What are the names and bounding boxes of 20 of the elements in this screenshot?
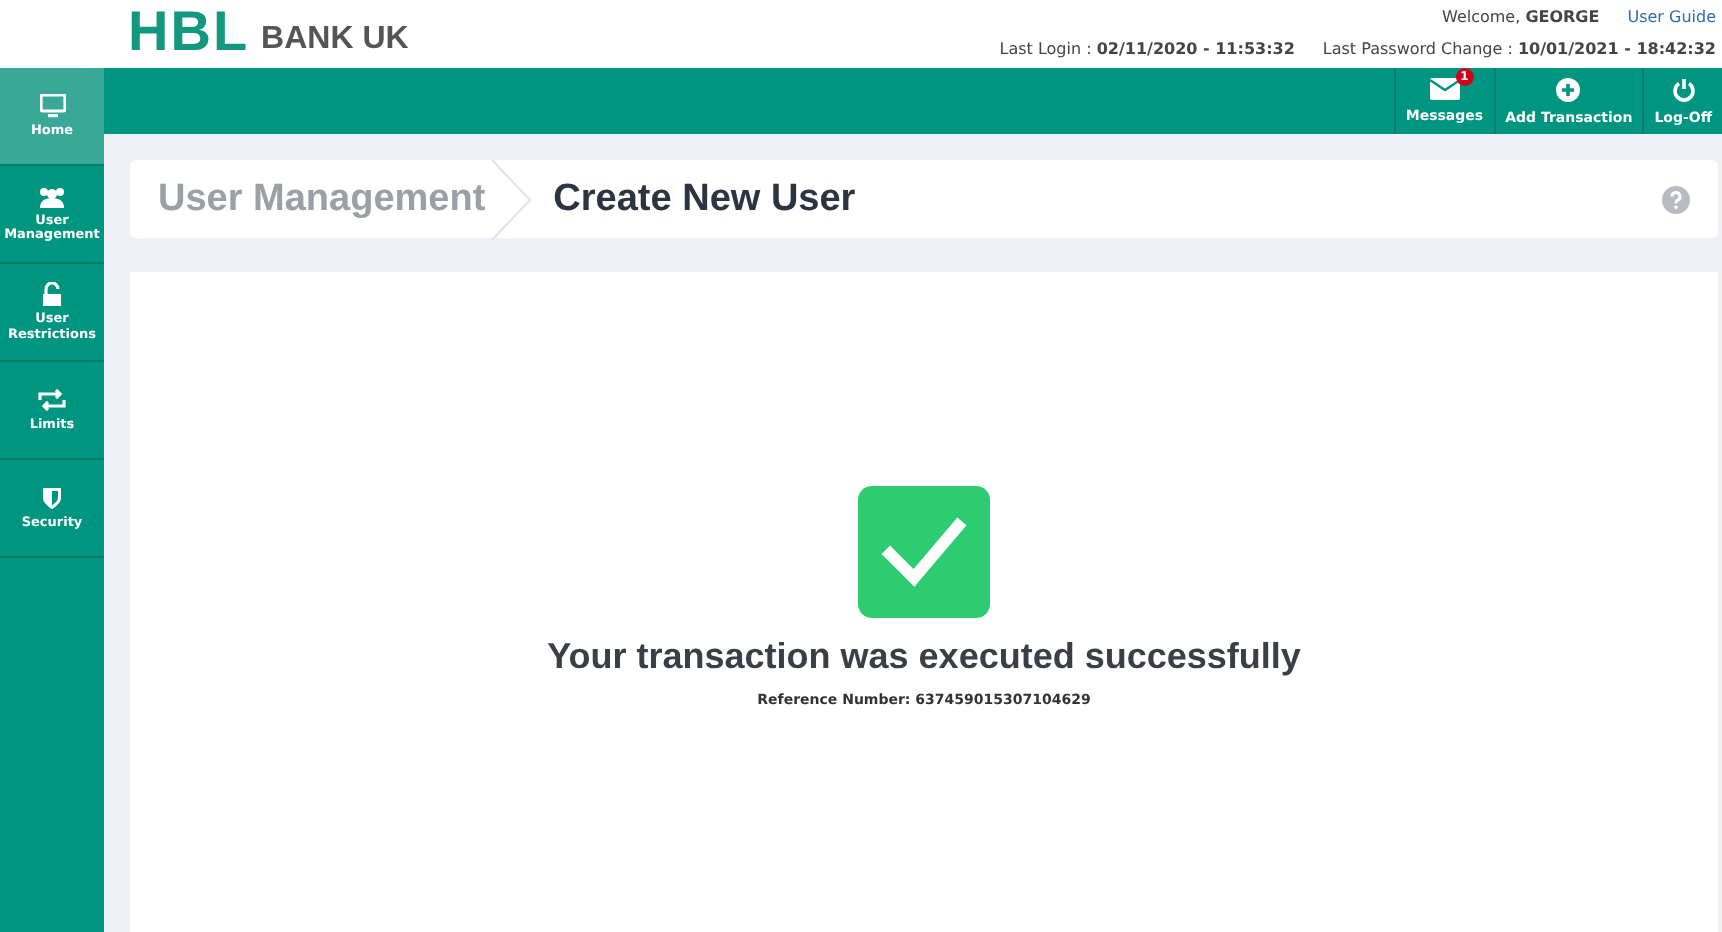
lock-icon [42,282,62,307]
monitor-icon [39,93,65,118]
add-icon [1556,77,1581,101]
breadcrumb-link[interactable]: User Management [158,177,486,221]
last-password-change-text: Last Password Change : 10/01/2021 - 18:42:32 [1322,39,1716,57]
user-guide-link[interactable]: User Guide [1627,7,1716,25]
envelope-icon [1429,78,1460,100]
users-icon [38,185,66,208]
logo-mark: HBL [128,4,250,60]
logo-text: BANK UK [261,24,409,56]
help-icon[interactable] [1662,185,1690,213]
shield-icon [42,485,62,510]
power-icon [1671,77,1696,101]
checkmark-icon [858,486,990,618]
repeat-icon [38,387,66,412]
welcome-text: Welcome, GEORGE [1442,7,1600,25]
last-login-text: Last Login : 02/11/2020 - 11:53:32 [999,39,1295,57]
breadcrumb-link[interactable]: Create New User [553,177,856,221]
breadcrumb-separator-icon [489,159,534,239]
success-message: Your transaction was executed successfully [547,636,1301,678]
